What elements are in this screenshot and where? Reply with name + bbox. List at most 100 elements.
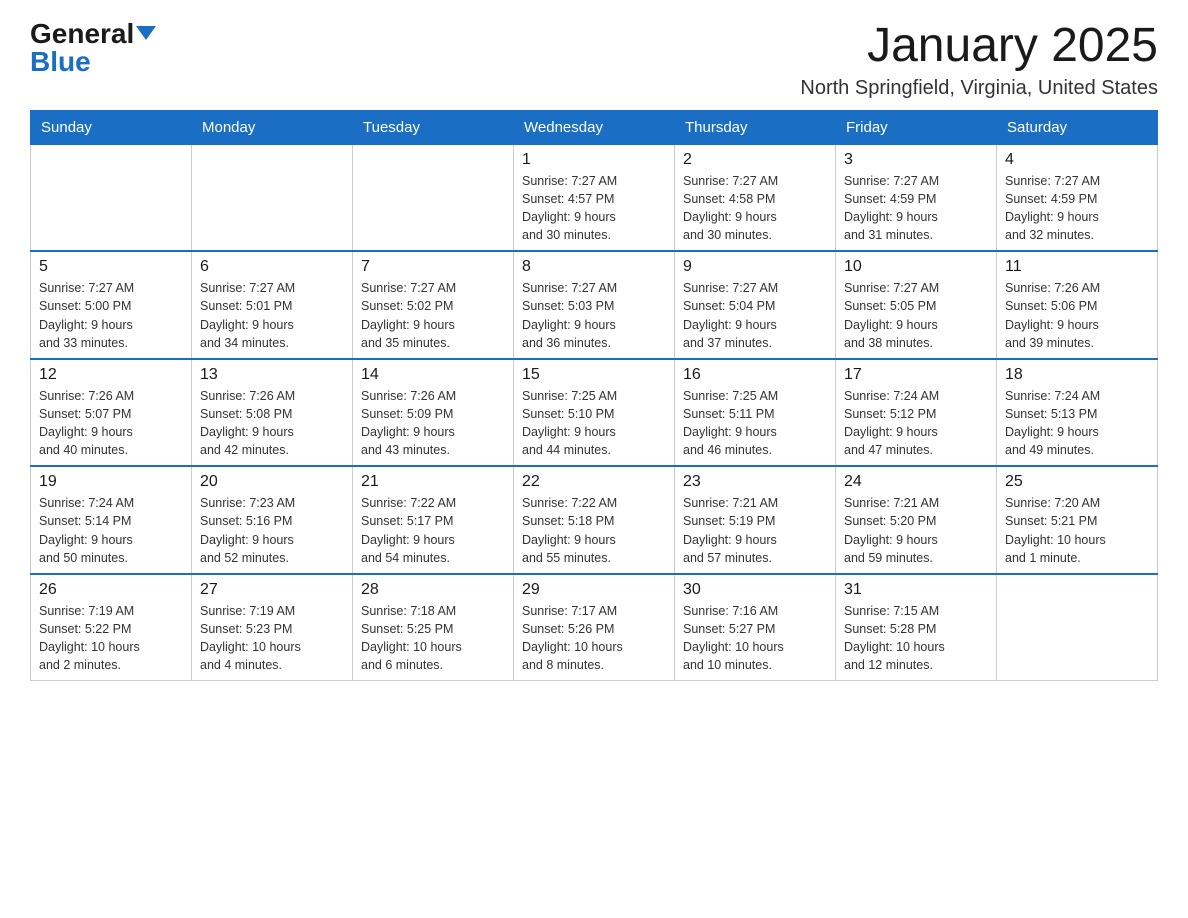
calendar-day-14: 14 Sunrise: 7:26 AM Sunset: 5:09 PM Dayli… [353,359,514,467]
calendar-day-22: 22Sunrise: 7:22 AM Sunset: 5:18 PM Dayli… [514,466,675,574]
day-number: 22 [522,473,666,491]
calendar-empty-cell [192,144,353,251]
day-number: 19 [39,473,183,491]
day-number: 12 [39,366,183,384]
calendar-day-29: 29Sunrise: 7:17 AM Sunset: 5:26 PM Dayli… [514,574,675,681]
calendar-week-row: 5Sunrise: 7:27 AM Sunset: 5:00 PM Daylig… [31,251,1158,359]
day-info: Sunrise: 7:26 AM Sunset: 5:08 PM Dayligh… [200,387,344,460]
calendar-week-row: 26 Sunrise: 7:19 AM Sunset: 5:22 PM Dayli… [31,574,1158,681]
day-info: Sunrise: 7:27 AM Sunset: 5:02 PM Dayligh… [361,279,505,352]
day-number: 10 [844,258,988,276]
day-info: Sunrise: 7:16 AM Sunset: 5:27 PM Dayligh… [683,602,827,675]
day-info: Sunrise: 7:24 AM Sunset: 5:13 PM Dayligh… [1005,387,1149,460]
calendar-day-27: 27 Sunrise: 7:19 AM Sunset: 5:23 PM Dayli… [192,574,353,681]
day-number: 2 [683,151,827,169]
day-info: Sunrise: 7:20 AM Sunset: 5:21 PM Dayligh… [1005,494,1149,567]
day-number: 3 [844,151,988,169]
weekday-header-thursday: Thursday [675,110,836,144]
day-info: Sunrise: 7:24 AM Sunset: 5:12 PM Dayligh… [844,387,988,460]
logo-general-text: General [30,20,134,48]
day-number: 30 [683,581,827,599]
day-number: 27 [200,581,344,599]
day-number: 5 [39,258,183,276]
calendar-day-25: 25 Sunrise: 7:20 AM Sunset: 5:21 PM Dayli… [997,466,1158,574]
day-info: Sunrise: 7:27 AM Sunset: 5:04 PM Dayligh… [683,279,827,352]
day-info: Sunrise: 7:27 AM Sunset: 5:01 PM Dayligh… [200,279,344,352]
weekday-header-sunday: Sunday [31,110,192,144]
day-number: 20 [200,473,344,491]
weekday-header-saturday: Saturday [997,110,1158,144]
day-info: Sunrise: 7:19 AM Sunset: 5:22 PM Dayligh… [39,602,183,675]
calendar-day-5: 5Sunrise: 7:27 AM Sunset: 5:00 PM Daylig… [31,251,192,359]
calendar-day-19: 19 Sunrise: 7:24 AM Sunset: 5:14 PM Dayli… [31,466,192,574]
day-number: 25 [1005,473,1149,491]
day-info: Sunrise: 7:26 AM Sunset: 5:06 PM Dayligh… [1005,279,1149,352]
day-number: 23 [683,473,827,491]
day-info: Sunrise: 7:22 AM Sunset: 5:17 PM Dayligh… [361,494,505,567]
calendar-day-9: 9 Sunrise: 7:27 AM Sunset: 5:04 PM Daylig… [675,251,836,359]
day-number: 24 [844,473,988,491]
calendar-day-23: 23Sunrise: 7:21 AM Sunset: 5:19 PM Dayli… [675,466,836,574]
calendar-table: SundayMondayTuesdayWednesdayThursdayFrid… [30,110,1158,682]
day-info: Sunrise: 7:17 AM Sunset: 5:26 PM Dayligh… [522,602,666,675]
calendar-day-26: 26 Sunrise: 7:19 AM Sunset: 5:22 PM Dayli… [31,574,192,681]
day-info: Sunrise: 7:15 AM Sunset: 5:28 PM Dayligh… [844,602,988,675]
calendar-empty-cell [997,574,1158,681]
calendar-empty-cell [31,144,192,251]
day-info: Sunrise: 7:27 AM Sunset: 4:57 PM Dayligh… [522,172,666,245]
day-info: Sunrise: 7:25 AM Sunset: 5:10 PM Dayligh… [522,387,666,460]
calendar-day-10: 10 Sunrise: 7:27 AM Sunset: 5:05 PM Dayli… [836,251,997,359]
day-info: Sunrise: 7:27 AM Sunset: 4:59 PM Dayligh… [844,172,988,245]
location-title: North Springfield, Virginia, United Stat… [800,77,1158,100]
day-info: Sunrise: 7:21 AM Sunset: 5:20 PM Dayligh… [844,494,988,567]
weekday-header-friday: Friday [836,110,997,144]
calendar-week-row: 12Sunrise: 7:26 AM Sunset: 5:07 PM Dayli… [31,359,1158,467]
day-info: Sunrise: 7:23 AM Sunset: 5:16 PM Dayligh… [200,494,344,567]
day-number: 13 [200,366,344,384]
day-number: 16 [683,366,827,384]
day-number: 28 [361,581,505,599]
calendar-day-13: 13 Sunrise: 7:26 AM Sunset: 5:08 PM Dayli… [192,359,353,467]
month-title: January 2025 [800,20,1158,73]
logo-triangle-icon [136,26,156,40]
day-info: Sunrise: 7:27 AM Sunset: 5:05 PM Dayligh… [844,279,988,352]
calendar-day-3: 3 Sunrise: 7:27 AM Sunset: 4:59 PM Daylig… [836,144,997,251]
calendar-day-21: 21 Sunrise: 7:22 AM Sunset: 5:17 PM Dayli… [353,466,514,574]
calendar-day-15: 15 Sunrise: 7:25 AM Sunset: 5:10 PM Dayli… [514,359,675,467]
day-info: Sunrise: 7:27 AM Sunset: 4:59 PM Dayligh… [1005,172,1149,245]
day-number: 9 [683,258,827,276]
calendar-day-24: 24 Sunrise: 7:21 AM Sunset: 5:20 PM Dayli… [836,466,997,574]
day-number: 21 [361,473,505,491]
weekday-header-tuesday: Tuesday [353,110,514,144]
day-number: 15 [522,366,666,384]
page-header: General Blue January 2025 North Springfi… [30,20,1158,100]
day-info: Sunrise: 7:27 AM Sunset: 4:58 PM Dayligh… [683,172,827,245]
calendar-day-17: 17 Sunrise: 7:24 AM Sunset: 5:12 PM Dayli… [836,359,997,467]
day-info: Sunrise: 7:24 AM Sunset: 5:14 PM Dayligh… [39,494,183,567]
day-info: Sunrise: 7:19 AM Sunset: 5:23 PM Dayligh… [200,602,344,675]
day-number: 14 [361,366,505,384]
day-number: 17 [844,366,988,384]
day-info: Sunrise: 7:25 AM Sunset: 5:11 PM Dayligh… [683,387,827,460]
day-number: 31 [844,581,988,599]
logo-blue-text: Blue [30,48,91,76]
day-number: 1 [522,151,666,169]
title-area: January 2025 North Springfield, Virginia… [800,20,1158,100]
day-info: Sunrise: 7:26 AM Sunset: 5:09 PM Dayligh… [361,387,505,460]
logo: General Blue [30,20,156,76]
calendar-week-row: 19 Sunrise: 7:24 AM Sunset: 5:14 PM Dayli… [31,466,1158,574]
calendar-day-8: 8Sunrise: 7:27 AM Sunset: 5:03 PM Daylig… [514,251,675,359]
calendar-day-20: 20 Sunrise: 7:23 AM Sunset: 5:16 PM Dayli… [192,466,353,574]
calendar-day-12: 12Sunrise: 7:26 AM Sunset: 5:07 PM Dayli… [31,359,192,467]
day-number: 18 [1005,366,1149,384]
weekday-header-wednesday: Wednesday [514,110,675,144]
calendar-day-16: 16 Sunrise: 7:25 AM Sunset: 5:11 PM Dayli… [675,359,836,467]
calendar-day-18: 18 Sunrise: 7:24 AM Sunset: 5:13 PM Dayli… [997,359,1158,467]
calendar-day-4: 4Sunrise: 7:27 AM Sunset: 4:59 PM Daylig… [997,144,1158,251]
day-number: 11 [1005,258,1149,276]
calendar-day-28: 28Sunrise: 7:18 AM Sunset: 5:25 PM Dayli… [353,574,514,681]
weekday-header-monday: Monday [192,110,353,144]
day-number: 7 [361,258,505,276]
day-number: 26 [39,581,183,599]
day-number: 8 [522,258,666,276]
